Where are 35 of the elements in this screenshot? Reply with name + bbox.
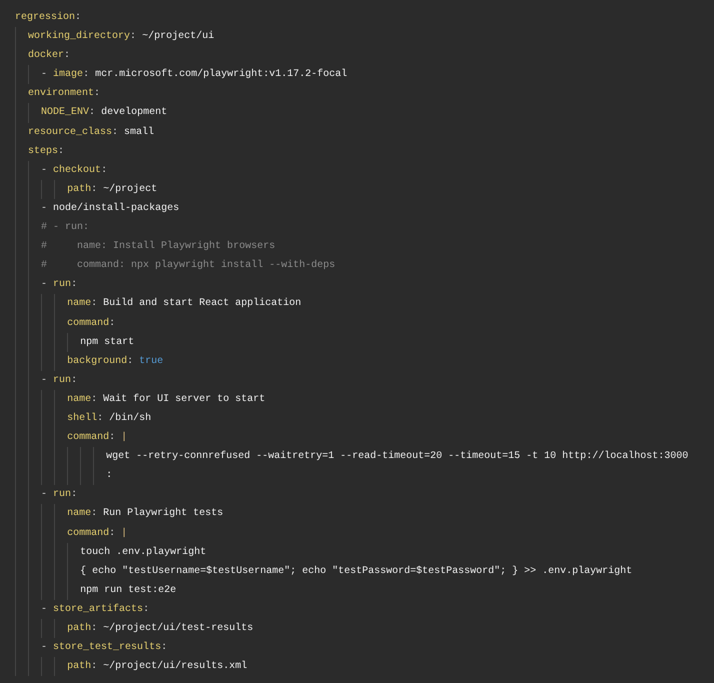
code-line: - run: [41,488,78,502]
code-line: resource_class: small [28,126,154,140]
code-line: path: ~/project [67,182,158,197]
code-line: - run: [41,278,78,292]
code-line: regression: [15,10,82,25]
code-line: : [106,469,112,484]
code-line: - node/install-packages [41,202,180,216]
code-line: name: Run Playwright tests [67,506,224,522]
code-line: background: true [67,354,164,369]
code-line: command: | [67,430,128,446]
code-line: name: Build and start React application [67,296,302,312]
code-line: npm run test:e2e [80,584,176,598]
code-line: steps: [28,144,64,159]
code-line: name: Wait for UI server to start [67,392,266,407]
code-line: wget --retry-connrefused --waitretry=1 --read-timeout=20 --timeout=15 -t 10 http://localhost:3000 [106,450,688,464]
code-line: { echo "testUsername=$testUsername"; echo "testPassword=$testPassword"; } >> .env.playwright [80,564,632,579]
code-line: docker: [28,48,70,64]
code-line: shell: /bin/sh [67,412,152,426]
code-line: # name: Install Playwright browsers [41,240,276,254]
code-line: environment: [28,86,100,102]
code-line: - run: [41,374,78,388]
code-line: - store_test_results: [41,640,168,656]
code-line: - checkout: [41,164,108,178]
code-line: NODE_ENV: development [41,106,168,120]
code-line: # - run: [41,221,90,236]
code-line: - image: mcr.microsoft.com/playwright:v1.17.2-focal [41,68,348,82]
code-line: # command: npx playwright install --with-deps [41,258,336,274]
code-line: command: | [67,526,128,541]
code-line: npm start [80,336,134,350]
code-line: path: ~/project/ui/results.xml [67,660,248,674]
code-line: - store_artifacts: [41,602,150,617]
code-line: working_directory: ~/project/ui [28,30,214,44]
code-line: touch .env.playwright [80,546,206,560]
code-line: command: [67,316,116,330]
code-line: path: ~/project/ui/test-results [67,622,254,636]
